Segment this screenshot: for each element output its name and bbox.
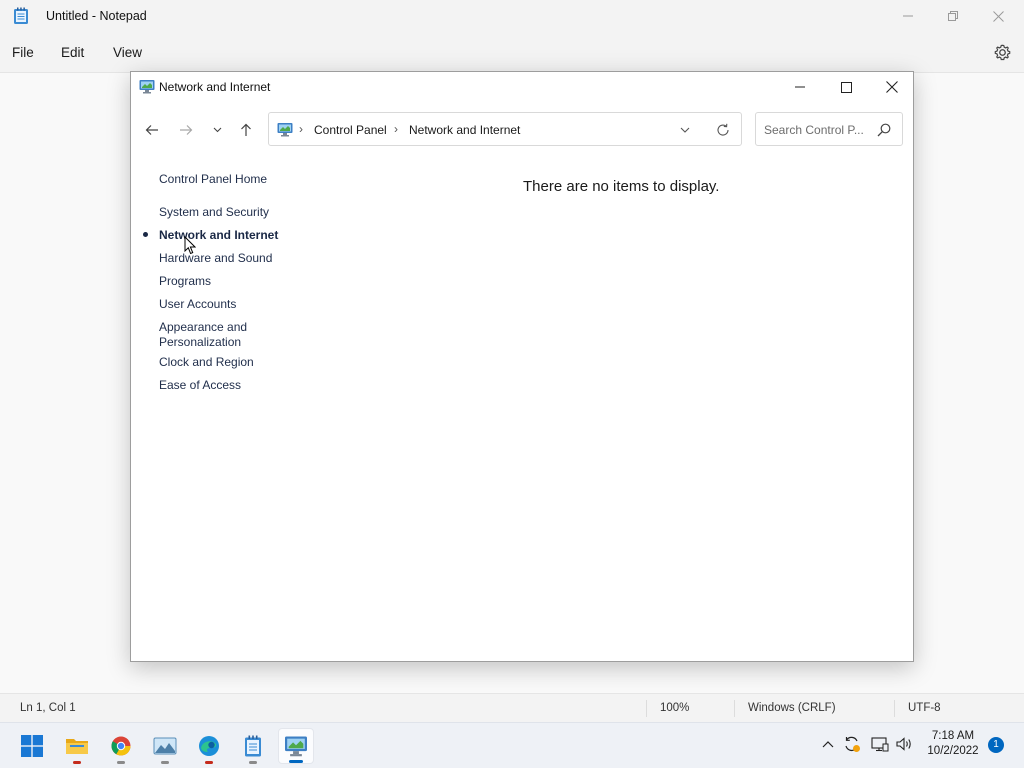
tray-volume[interactable] [896,735,914,753]
taskbar-chrome[interactable] [103,728,139,764]
settings-gear-icon[interactable] [994,44,1011,61]
cp-close-button[interactable] [869,72,915,102]
menu-view[interactable]: View [113,45,142,60]
recent-locations-button[interactable] [206,119,228,141]
control-panel-window: Network and Internet › Control Panel › N… [130,71,914,662]
network-icon [871,737,889,752]
cp-maximize-button[interactable] [823,72,869,102]
notepad-icon [245,735,261,757]
control-panel-icon [285,736,307,757]
search-icon[interactable] [876,122,892,138]
notepad-app-icon [14,7,28,24]
refresh-icon [717,123,729,136]
back-button[interactable] [141,119,163,141]
sync-icon [845,736,860,752]
empty-content-message: There are no items to display. [523,178,720,195]
up-button[interactable] [235,119,257,141]
running-indicator [249,761,257,764]
taskbar-edge[interactable] [191,728,227,764]
status-encoding: UTF-8 [908,702,941,714]
active-indicator [289,760,303,763]
breadcrumb-network-and-internet[interactable]: Network and Internet [409,123,520,137]
close-icon [886,81,898,93]
taskbar-notepad[interactable] [235,728,271,764]
control-panel-titlebar: Network and Internet [131,72,913,102]
start-button[interactable] [14,728,50,764]
close-icon [992,10,1004,22]
status-divider [646,700,647,717]
notification-badge[interactable]: 1 [988,737,1004,753]
minimize-icon [795,86,805,88]
arrow-left-icon [145,125,158,135]
breadcrumb-separator-icon[interactable]: › [394,122,398,136]
active-bullet-icon [143,232,148,237]
status-divider [734,700,735,717]
arrow-up-icon [241,123,251,136]
taskbar: 7:18 AM 10/2/2022 1 [0,722,1024,768]
arrow-right-icon [180,125,193,135]
taskbar-photos[interactable] [147,728,183,764]
clock-time: 7:18 AM [931,730,975,742]
taskbar-file-explorer[interactable] [59,728,95,764]
sidebar-item-network-and-internet[interactable]: Network and Internet [159,228,278,243]
taskbar-control-panel[interactable] [278,728,314,764]
running-indicator [73,761,81,764]
menu-edit[interactable]: Edit [61,45,84,60]
sidebar-item-hardware-and-sound[interactable]: Hardware and Sound [159,251,272,266]
menu-file[interactable]: File [12,45,34,60]
address-history-button[interactable] [678,123,692,137]
status-zoom: 100% [660,702,690,714]
status-cursor-position: Ln 1, Col 1 [20,702,76,714]
file-explorer-icon [66,739,88,754]
notepad-restore-button[interactable] [931,4,975,28]
sidebar-item-appearance-and-personalization-line2[interactable]: Personalization [159,335,241,350]
cp-minimize-button[interactable] [777,72,823,102]
tray-sync[interactable] [843,735,861,753]
start-icon [21,735,43,757]
chrome-icon [111,736,131,756]
maximize-icon [840,81,852,93]
minimize-icon [903,15,913,17]
running-indicator [205,761,213,764]
search-box[interactable]: Search Control P... [755,112,903,146]
volume-icon [896,737,911,751]
notepad-title: Untitled - Notepad [46,9,147,23]
sidebar-item-ease-of-access[interactable]: Ease of Access [159,378,241,393]
notepad-close-button[interactable] [976,4,1020,28]
notepad-titlebar: Untitled - Notepad [0,0,1024,34]
tray-network[interactable] [871,735,889,753]
control-panel-icon [277,123,293,137]
clock-date: 10/2/2022 [927,745,979,757]
status-line-ending: Windows (CRLF) [748,702,836,714]
mouse-cursor-icon [184,236,196,255]
photos-icon [153,737,177,755]
search-input[interactable]: Search Control P... [764,123,864,137]
breadcrumb-control-panel[interactable]: Control Panel [314,123,387,137]
notepad-statusbar: Ln 1, Col 1 100% Windows (CRLF) UTF-8 [0,693,1024,722]
forward-button[interactable] [175,119,197,141]
sidebar-item-programs[interactable]: Programs [159,274,211,289]
chevron-down-icon [213,127,221,133]
running-indicator [161,761,169,764]
sidebar-item-appearance-and-personalization[interactable]: Appearance and [159,320,247,335]
control-panel-title: Network and Internet [159,80,271,94]
chevron-up-icon [822,741,834,748]
taskbar-clock[interactable]: 7:18 AM 10/2/2022 [922,729,984,759]
refresh-button[interactable] [715,122,731,138]
restore-icon [948,11,958,21]
sidebar-item-user-accounts[interactable]: User Accounts [159,297,236,312]
sidebar-item-system-and-security[interactable]: System and Security [159,205,269,220]
notepad-minimize-button[interactable] [886,4,930,28]
sidebar-item-control-panel-home[interactable]: Control Panel Home [159,172,267,187]
running-indicator [117,761,125,764]
breadcrumb-separator-icon[interactable]: › [299,122,303,136]
status-divider [894,700,895,717]
sidebar-item-clock-and-region[interactable]: Clock and Region [159,355,254,370]
address-bar[interactable]: › Control Panel › Network and Internet [268,112,742,146]
chevron-down-icon [680,127,690,133]
control-panel-icon [139,80,155,94]
notepad-menubar: File Edit View [0,34,1024,72]
show-hidden-icons-button[interactable] [819,735,837,753]
edge-icon [199,736,219,756]
